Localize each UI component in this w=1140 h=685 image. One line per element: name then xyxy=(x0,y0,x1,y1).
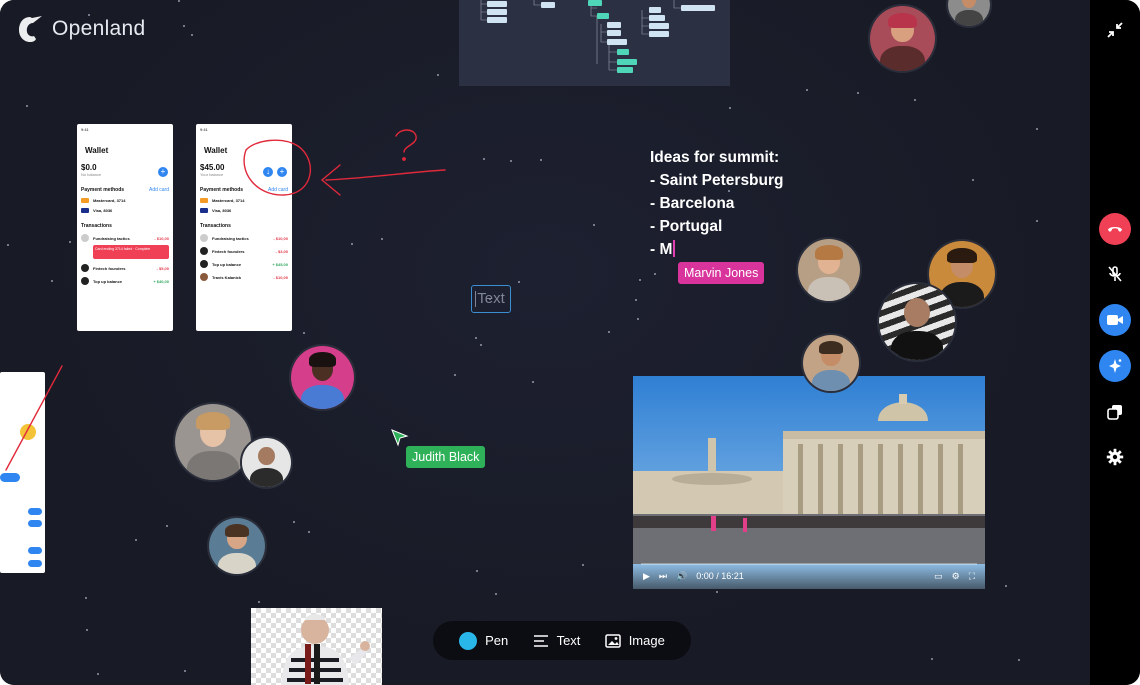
call-controls-sidebar xyxy=(1090,0,1140,685)
pen-circle-stroke xyxy=(243,139,312,196)
minimize-icon xyxy=(1107,22,1123,38)
ideas-line: - Portugal xyxy=(650,218,723,235)
pen-arrow-line xyxy=(325,169,446,181)
end-call-button[interactable] xyxy=(1099,213,1131,245)
video-time: 0:00 / 16:21 xyxy=(696,571,744,581)
ideas-text-block[interactable]: Ideas for summit: - Saint Petersburg - B… xyxy=(650,146,784,261)
minimize-button[interactable] xyxy=(1099,14,1131,46)
video-camera-icon xyxy=(1107,315,1123,325)
text-cursor xyxy=(475,291,476,307)
text-tool-button[interactable]: Text xyxy=(533,633,581,648)
participant-avatar[interactable] xyxy=(868,4,937,73)
app-window: Openland 9:41 Wallet $0.0 No balance + P… xyxy=(0,0,1140,685)
ideas-line: - Barcelona xyxy=(650,195,735,212)
pen-tool-label: Pen xyxy=(485,633,509,648)
whiteboard-canvas[interactable]: Openland 9:41 Wallet $0.0 No balance + P… xyxy=(0,0,1090,685)
pen-tool-button[interactable]: Pen xyxy=(459,631,509,650)
participant-avatar[interactable] xyxy=(207,516,267,576)
image-tool-button[interactable]: Image xyxy=(604,633,665,648)
cursor-label-marvin: Marvin Jones xyxy=(678,262,765,284)
ideas-line: Ideas for summit: xyxy=(650,149,780,166)
screen-share-button[interactable] xyxy=(1099,396,1131,428)
text-tool-label: Text xyxy=(556,633,581,648)
text-placeholder-box[interactable]: Text xyxy=(471,285,511,313)
ideas-line-typing: - M xyxy=(650,238,784,261)
participant-avatar[interactable] xyxy=(801,333,861,393)
person-cutout-image xyxy=(281,614,370,685)
judith-cursor-icon xyxy=(391,429,409,447)
volume-icon[interactable]: 🔊 xyxy=(676,571,687,582)
captions-icon[interactable]: ▭ xyxy=(934,571,943,582)
gear-icon xyxy=(1106,448,1124,466)
toggle-camera-button[interactable] xyxy=(1099,304,1131,336)
end-call-icon xyxy=(1108,227,1122,232)
video-frame-image xyxy=(633,376,985,589)
mute-microphone-button[interactable] xyxy=(1099,258,1131,290)
uploaded-person-image[interactable] xyxy=(251,608,382,685)
participant-avatar[interactable] xyxy=(877,282,957,362)
image-icon xyxy=(604,633,621,648)
fullscreen-icon[interactable]: ⛶ xyxy=(969,571,975,582)
screen-share-icon xyxy=(1107,405,1122,420)
drawing-toolbar: Pen Text Image xyxy=(433,621,691,660)
skip-next-icon[interactable]: ⏭ xyxy=(659,571,667,582)
settings-button[interactable] xyxy=(1099,441,1131,473)
pen-question-dot xyxy=(402,157,406,161)
sparkles-icon xyxy=(1109,359,1122,373)
text-placeholder-label: Text xyxy=(477,290,505,307)
cursor-label-judith: Judith Black xyxy=(406,446,486,468)
pen-color-icon xyxy=(459,631,478,650)
participant-avatar[interactable] xyxy=(796,237,862,303)
participant-avatar[interactable] xyxy=(289,344,356,411)
participant-avatar[interactable] xyxy=(240,436,293,489)
text-caret xyxy=(673,240,676,257)
video-player[interactable]: ▶ ⏭ 🔊 0:00 / 16:21 ▭ ⚙ ⛶ xyxy=(633,376,985,589)
pen-question-mark xyxy=(395,129,417,153)
play-icon[interactable]: ▶ xyxy=(643,571,650,582)
ideas-line: - Saint Petersburg xyxy=(650,172,784,189)
participant-avatar[interactable] xyxy=(946,0,992,28)
mic-off-icon xyxy=(1108,266,1122,282)
effects-button[interactable] xyxy=(1099,350,1131,382)
video-controls: ▶ ⏭ 🔊 0:00 / 16:21 ▭ ⚙ ⛶ xyxy=(633,563,985,589)
text-lines-icon xyxy=(533,634,548,647)
pen-slash-line xyxy=(5,365,63,471)
video-settings-icon[interactable]: ⚙ xyxy=(952,571,960,582)
image-tool-label: Image xyxy=(628,633,665,648)
